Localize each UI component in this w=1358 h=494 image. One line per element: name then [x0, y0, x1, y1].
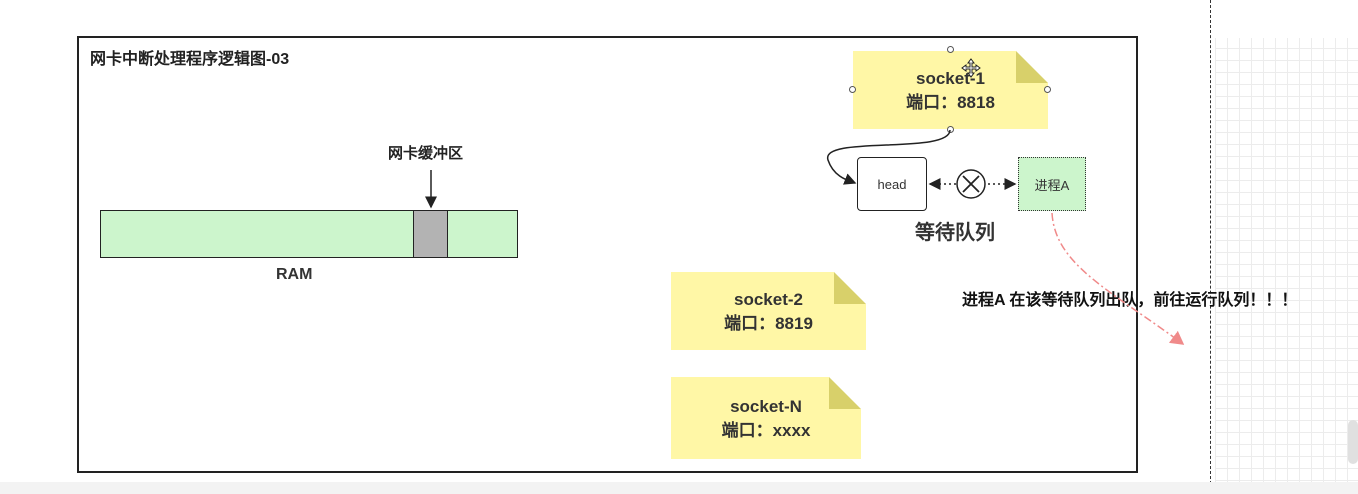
move-cursor-icon: [961, 58, 981, 78]
broken-link-icon: [956, 169, 986, 199]
connector-layer: [425, 58, 1185, 345]
socket-to-head-connector: [827, 129, 951, 185]
dequeue-arrow: [1051, 212, 1185, 345]
